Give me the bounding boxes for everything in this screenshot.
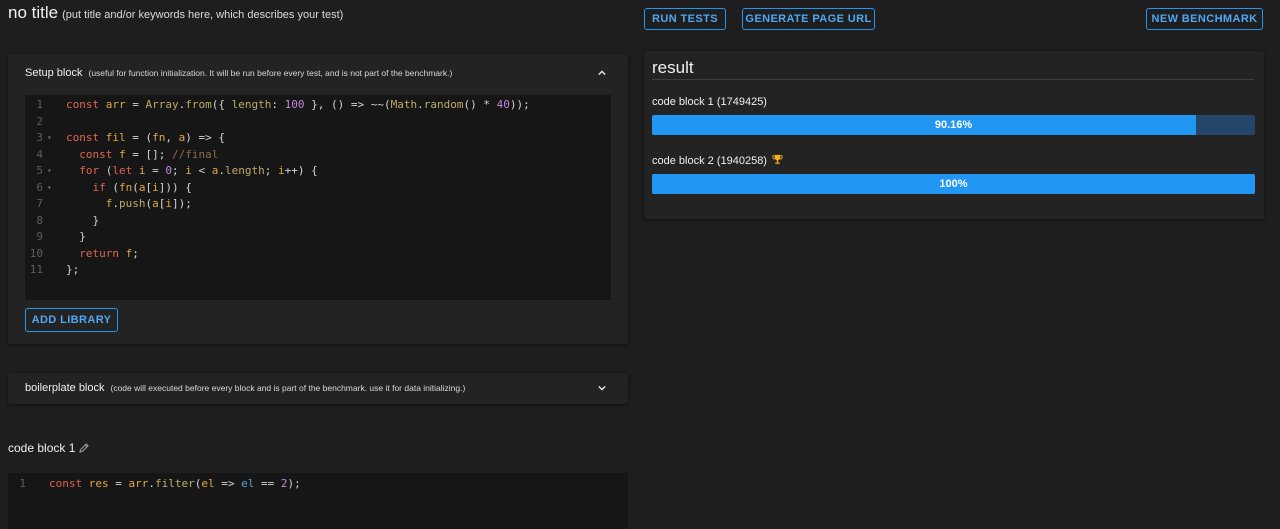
result-bar-2-text: 100% <box>939 178 968 190</box>
code-text: return f; <box>79 246 139 260</box>
line-number: 9 <box>36 230 43 243</box>
line-number: 8 <box>36 213 43 227</box>
result-bar-1: 90.16% <box>652 115 1255 135</box>
code-text: }; <box>66 263 80 276</box>
line-number: 11 <box>29 263 43 276</box>
new-benchmark-button[interactable]: NEW BENCHMARK <box>1146 8 1263 30</box>
code-text: if (fn(a[i])) { <box>92 180 192 194</box>
code-text: const res = arr.filter(el => el == 2); <box>49 477 301 490</box>
code-text: const arr = Array.from({ length: 100 }, … <box>66 98 530 111</box>
code-text: const f = []; //final <box>79 147 219 161</box>
code-line: 11}; <box>25 262 611 279</box>
line-number: 6 <box>36 180 43 194</box>
setup-hint: (useful for function initialization. It … <box>88 68 453 78</box>
line-number: 10 <box>29 246 43 260</box>
line-number: 4 <box>36 147 43 161</box>
fold-marker[interactable]: ▾ <box>47 180 52 197</box>
boilerplate-label: boilerplate block <box>25 382 105 394</box>
code-line: 4 const f = []; //final <box>25 147 611 164</box>
code-line: 9 } <box>25 229 611 246</box>
chevron-up-icon[interactable] <box>598 69 606 77</box>
code-line: 1 const res = arr.filter(el => el == 2); <box>8 476 628 493</box>
result-label-1-text: code block 1 (1749425) <box>652 96 767 108</box>
code-line: 3 ▾ const fil = (fn, a) => { <box>25 130 611 147</box>
setup-label: Setup block <box>25 67 83 79</box>
code-line: 7 f.push(a[i]); <box>25 196 611 213</box>
code-line: 5 ▾ for (let i = 0; i < a.length; i++) { <box>25 163 611 180</box>
line-number: 2 <box>36 114 43 128</box>
setup-code-editor[interactable]: 1 const arr = Array.from({ length: 100 },… <box>25 95 611 300</box>
pencil-icon[interactable] <box>78 442 90 454</box>
code-block-1-label: code block 1 <box>8 441 76 455</box>
title-text: no title <box>8 3 59 22</box>
generate-page-url-button[interactable]: GENERATE PAGE URL <box>742 8 875 30</box>
code-text: } <box>66 213 100 227</box>
code-line: 1 const arr = Array.from({ length: 100 },… <box>25 97 611 114</box>
add-library-button[interactable]: ADD LIBRARY <box>25 308 118 332</box>
result-bar-2: 100% <box>652 174 1255 194</box>
chevron-down-icon[interactable] <box>598 384 606 392</box>
result-divider <box>652 79 1254 80</box>
result-title: result <box>652 58 694 77</box>
code-text: f.push(a[i]); <box>105 197 192 210</box>
run-tests-button[interactable]: RUN TESTS <box>644 8 726 30</box>
code-line: 6 ▾ if (fn(a[i])) { <box>25 180 611 197</box>
code-line: 8 } <box>25 213 611 230</box>
code-block-1-editor[interactable]: 1 const res = arr.filter(el => el == 2); <box>8 473 628 529</box>
fold-marker[interactable]: ▾ <box>47 130 52 147</box>
boilerplate-panel[interactable]: boilerplate block (code will executed bef… <box>8 373 628 404</box>
result-label-1: code block 1 (1749425) <box>652 96 767 108</box>
code-line: 2 <box>25 114 611 131</box>
line-number: 1 <box>19 477 26 490</box>
code-line: 10 return f; <box>25 246 611 263</box>
boilerplate-header[interactable]: boilerplate block (code will executed bef… <box>25 382 465 394</box>
setup-panel: Setup block (useful for function initiali… <box>8 54 628 344</box>
code-text: const fil = (fn, a) => { <box>66 131 225 144</box>
code-text: for (let i = 0; i < a.length; i++) { <box>79 164 318 177</box>
page-title[interactable]: no title (put title and/or keywords here,… <box>8 3 343 23</box>
fold-marker[interactable]: ▾ <box>47 163 52 180</box>
result-label-2: code block 2 (1940258) <box>652 154 783 167</box>
result-bar-1-text: 90.16% <box>934 119 973 131</box>
boilerplate-hint: (code will executed before every block a… <box>110 383 466 393</box>
trophy-icon <box>772 154 783 165</box>
title-hint: (put title and/or keywords here, which d… <box>62 9 344 21</box>
setup-header[interactable]: Setup block (useful for function initiali… <box>25 67 452 79</box>
line-number: 3 <box>36 131 43 144</box>
line-number: 5 <box>36 164 43 177</box>
code-block-1-title: code block 1 <box>8 441 75 455</box>
line-number: 7 <box>36 197 43 210</box>
code-text: } <box>66 230 86 243</box>
result-label-2-text: code block 2 (1940258) <box>652 155 767 167</box>
line-number: 1 <box>36 98 43 111</box>
